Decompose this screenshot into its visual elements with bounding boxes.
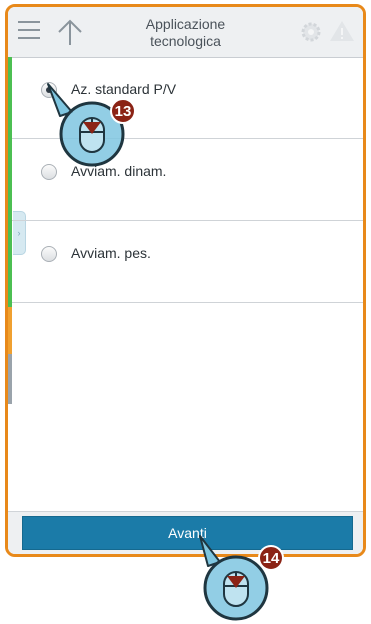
step-badge: 13 (110, 98, 136, 124)
radio-avviam-pes[interactable] (41, 246, 57, 262)
status-bar-orange (8, 307, 12, 354)
warning-triangle-icon[interactable] (329, 19, 355, 43)
header-bar: Applicazione tecnologica (8, 7, 363, 58)
mouse-click-icon (47, 83, 125, 167)
step-badge: 14 (258, 545, 284, 571)
gear-icon[interactable] (299, 20, 323, 44)
status-bar-gray (8, 354, 12, 404)
page-title: Applicazione tecnologica (145, 16, 226, 49)
option-avviam-pes[interactable]: Avviam. pes. (12, 221, 363, 303)
option-label: Avviam. pes. (71, 245, 151, 261)
arrow-up-icon[interactable] (56, 17, 84, 47)
hamburger-menu-icon[interactable] (18, 21, 40, 41)
